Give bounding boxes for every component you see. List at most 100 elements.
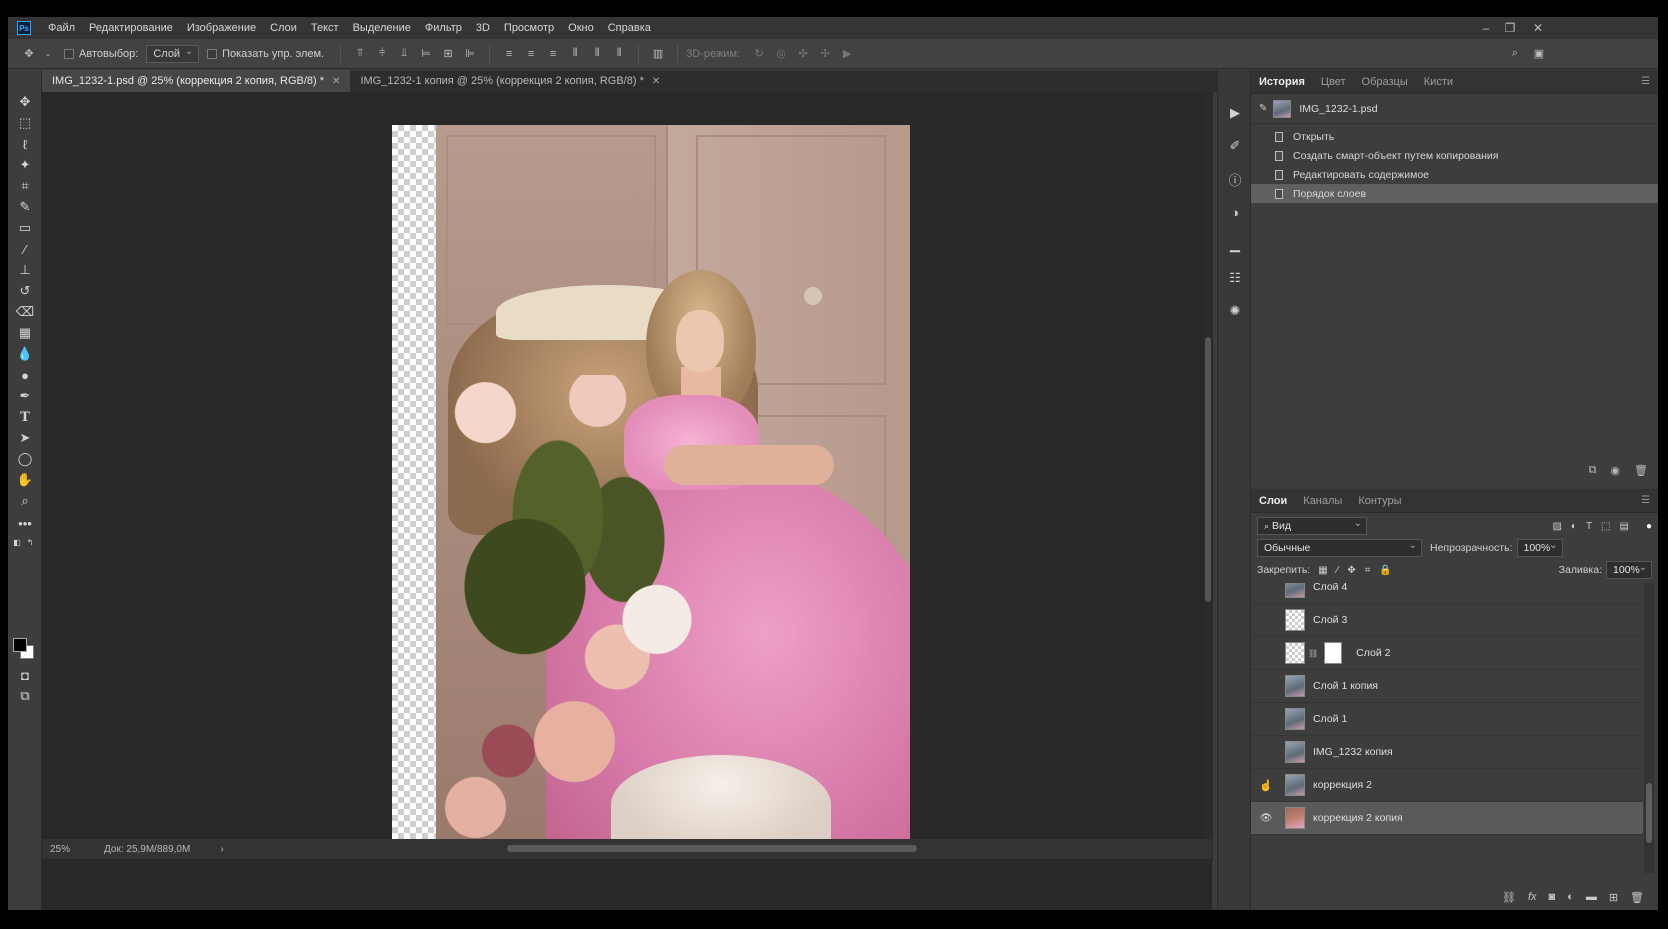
minimize-button[interactable]: – (1474, 17, 1498, 39)
default-colors-icon[interactable]: ◧ (12, 532, 22, 552)
menu-file[interactable]: Файл (41, 22, 82, 34)
new-adjustment-icon[interactable]: ◐ (1567, 891, 1574, 904)
filter-adjustment-icon[interactable]: ◐ (1571, 521, 1577, 532)
3d-pan-icon[interactable]: ✣ (796, 47, 810, 61)
vertical-scrollbar[interactable] (1203, 92, 1213, 862)
eyedropper-tool-icon[interactable]: ✎ (15, 197, 35, 217)
history-item[interactable]: Создать смарт-объект путем копирования (1251, 146, 1658, 165)
menu-3d[interactable]: 3D (469, 22, 497, 34)
menu-edit[interactable]: Редактирование (82, 22, 180, 34)
autoselect-checkbox[interactable] (64, 48, 74, 59)
align-top-icon[interactable]: ⫪ (353, 47, 367, 61)
lock-transparent-icon[interactable]: ▦ (1318, 565, 1327, 576)
healing-brush-tool-icon[interactable]: ▭ (15, 218, 35, 238)
panel-menu-icon[interactable]: ☰ (1641, 76, 1650, 87)
layers-scrollbar[interactable] (1644, 583, 1654, 873)
history-item[interactable]: Открыть (1251, 127, 1658, 146)
show-transform-controls-checkbox[interactable] (207, 48, 218, 59)
menu-view[interactable]: Просмотр (497, 22, 561, 34)
filter-pixel-icon[interactable]: ▨ (1552, 521, 1561, 532)
tab-color[interactable]: Цвет (1313, 76, 1354, 88)
tab-document-1[interactable]: IMG_1232-1.psd @ 25% (коррекция 2 копия,… (42, 70, 351, 92)
distribute-top-icon[interactable]: ≡ (502, 47, 516, 61)
opacity-input[interactable]: 100% (1516, 539, 1563, 557)
menu-window[interactable]: Окно (561, 22, 601, 34)
tool-preset-dropdown-icon[interactable]: ⌄ (44, 47, 52, 61)
layer-row-selected[interactable]: 👁 коррекция 2 копия (1251, 802, 1643, 835)
new-document-from-state-icon[interactable]: ⧉ (1589, 464, 1597, 477)
hand-tool-icon[interactable]: ✋ (15, 470, 35, 490)
blur-tool-icon[interactable]: 💧 (15, 344, 35, 364)
layer-row[interactable]: ☝ коррекция 2 (1251, 769, 1643, 802)
lock-artboard-icon[interactable]: ⌗ (1365, 565, 1371, 576)
distribute-bottom-icon[interactable]: ≡ (546, 47, 560, 61)
libraries-icon[interactable]: ✺ (1226, 302, 1244, 320)
menu-text[interactable]: Текст (304, 22, 346, 34)
fx-icon[interactable]: fx (1528, 891, 1537, 904)
visibility-toggle[interactable]: ☝ (1257, 779, 1275, 792)
tab-brushes[interactable]: Кисти (1416, 76, 1461, 88)
new-layer-icon[interactable]: ⊞ (1609, 891, 1618, 904)
layer-row[interactable]: Слой 1 копия (1251, 670, 1643, 703)
brush-tool-icon[interactable]: ∕ (15, 239, 35, 259)
filter-smart-object-icon[interactable]: ▤ (1620, 521, 1629, 532)
distribute-right-icon[interactable]: ⦀ (612, 47, 626, 61)
visibility-eye-icon[interactable]: 👁 (1257, 813, 1275, 824)
tab-history[interactable]: История (1251, 76, 1313, 88)
foreground-color-swatch[interactable] (13, 638, 27, 652)
distribute-vcenter-icon[interactable]: ≡ (524, 47, 538, 61)
history-brush-tool-icon[interactable]: ↺ (15, 281, 35, 301)
lock-image-icon[interactable]: ∕ (1337, 565, 1339, 576)
layer-filter-dropdown[interactable]: ⌕ Вид (1257, 517, 1367, 535)
move-tool-icon[interactable]: ✥ (22, 47, 36, 61)
eraser-tool-icon[interactable]: ⌫ (15, 302, 35, 322)
info-icon[interactable]: ⓘ (1226, 170, 1244, 188)
menu-filter[interactable]: Фильтр (418, 22, 469, 34)
3d-orbit-icon[interactable]: ↻ (752, 47, 766, 61)
mask-link-icon[interactable]: ⛓ (1308, 649, 1318, 658)
tab-document-2[interactable]: IMG_1232-1 копия @ 25% (коррекция 2 копи… (350, 70, 670, 92)
zoom-level[interactable]: 25% (50, 844, 90, 855)
layer-mask-thumbnail[interactable] (1324, 642, 1343, 664)
dodge-tool-icon[interactable]: ● (15, 365, 35, 385)
brush-settings-icon[interactable]: ✐ (1226, 137, 1244, 155)
filter-type-icon[interactable]: T (1586, 521, 1592, 532)
autoselect-dropdown[interactable]: Слой (146, 44, 200, 63)
distribute-left-icon[interactable]: ⦀ (568, 47, 582, 61)
menu-layers[interactable]: Слои (263, 22, 304, 34)
filter-shape-icon[interactable]: ⬚ (1601, 521, 1610, 532)
new-group-icon[interactable]: ▬ (1586, 891, 1597, 904)
ellipse-tool-icon[interactable]: ◯ (15, 449, 35, 469)
layer-row[interactable]: ⛓ Слой 2 (1251, 637, 1643, 670)
tab-channels[interactable]: Каналы (1295, 495, 1350, 507)
gradient-tool-icon[interactable]: ▦ (15, 323, 35, 343)
adjustments-icon[interactable]: ◑ (1226, 203, 1244, 221)
screen-mode-icon[interactable]: ⧉ (15, 686, 35, 706)
delete-icon[interactable]: 🗑 (1630, 891, 1644, 904)
workspace-icon[interactable]: ▣ (1532, 47, 1546, 61)
histogram-icon[interactable]: ▁ (1226, 236, 1244, 254)
lock-position-icon[interactable]: ✥ (1347, 565, 1355, 576)
menu-image[interactable]: Изображение (180, 22, 263, 34)
path-selection-tool-icon[interactable]: ➤ (15, 428, 35, 448)
align-hcenter-icon[interactable]: ⊞ (441, 47, 455, 61)
tab-paths[interactable]: Контуры (1350, 495, 1409, 507)
lock-all-icon[interactable]: 🔒 (1379, 565, 1391, 576)
layer-row[interactable]: IMG_1232 копия (1251, 736, 1643, 769)
quick-mask-icon[interactable]: ◘ (15, 665, 35, 685)
tab-swatches[interactable]: Образцы (1354, 76, 1416, 88)
scrollbar-thumb[interactable] (1646, 783, 1652, 843)
horizontal-scrollbar-thumb[interactable] (507, 845, 917, 852)
close-icon[interactable]: ✕ (652, 76, 660, 87)
distribute-hcenter-icon[interactable]: ⦀ (590, 47, 604, 61)
pen-tool-icon[interactable]: ✒ (15, 386, 35, 406)
history-item[interactable]: Редактировать содержимое (1251, 165, 1658, 184)
move-tool-icon[interactable]: ✥ (15, 92, 35, 112)
link-layers-icon[interactable]: ⛓ (1502, 891, 1516, 904)
filter-toggle-icon[interactable]: ● (1646, 521, 1652, 532)
auto-align-icon[interactable]: ▥ (651, 47, 665, 61)
delete-icon[interactable]: 🗑 (1634, 464, 1648, 477)
tab-layers[interactable]: Слои (1251, 495, 1295, 507)
more-tools-icon[interactable]: ••• (15, 513, 35, 533)
crop-tool-icon[interactable]: ⌗ (15, 176, 35, 196)
